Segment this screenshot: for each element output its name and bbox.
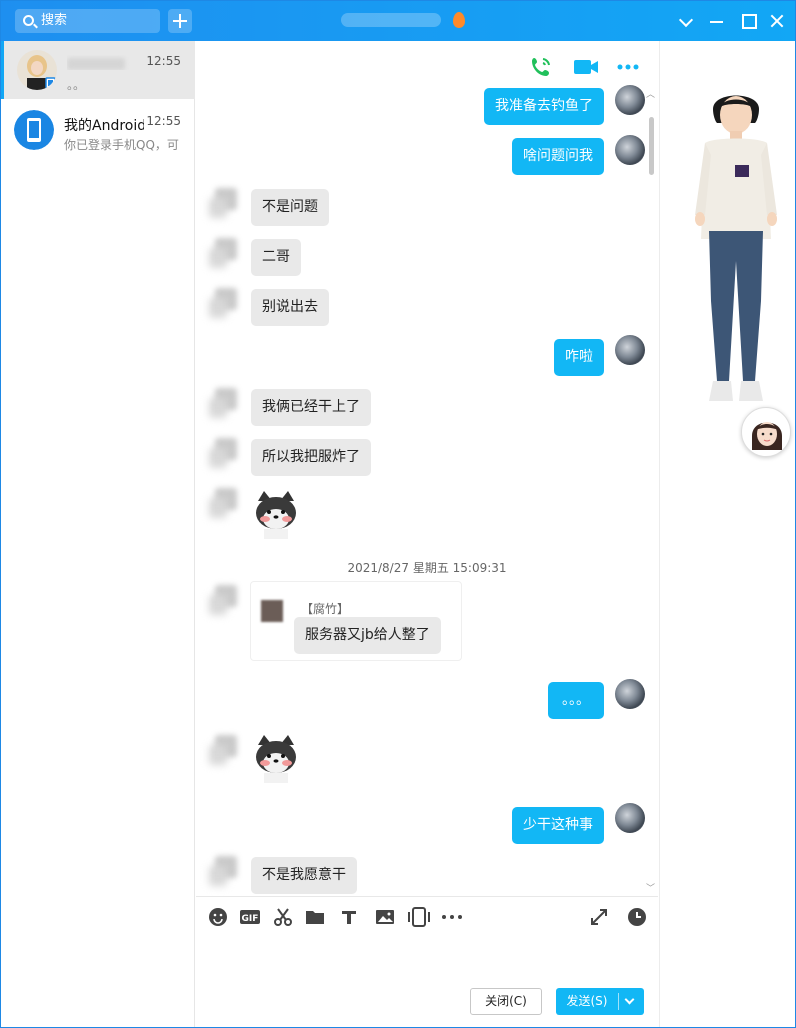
search-placeholder: 搜索 [41, 13, 68, 28]
conversation-list: 12:55 。。 我的Android手机 12:55 你已登录手机QQ，可 [1, 41, 195, 1027]
timestamp: 2021/8/27 星期五 15:09:31 [347, 561, 507, 575]
contact-avatar-blurred[interactable] [209, 850, 241, 890]
conversation-name: 我的Android手机 [64, 118, 144, 134]
message-input-area[interactable]: 关闭(C) 发送(S) [196, 936, 658, 1027]
quote-avatar-blurred [261, 600, 283, 622]
message-bubble-received[interactable]: 我俩已经干上了 [251, 389, 371, 426]
folder-icon[interactable] [305, 907, 325, 927]
chat-scrollbar[interactable] [649, 117, 654, 175]
expand-icon[interactable] [589, 907, 609, 927]
message-bubble-sent[interactable]: 我准备去钓鱼了 [484, 88, 604, 125]
minimize-button[interactable] [707, 11, 727, 31]
message-bubble-received[interactable]: 服务器又jb给人整了 [294, 617, 441, 654]
conversation-preview: 。。 [67, 78, 86, 92]
my-avatar[interactable] [615, 335, 645, 365]
message-bubble-received[interactable]: 别说出去 [251, 289, 329, 326]
phone-avatar-icon [14, 110, 54, 150]
conversation-item[interactable]: 我的Android手机 12:55 你已登录手机QQ，可 [1, 101, 195, 159]
phone-call-icon[interactable] [529, 55, 553, 79]
sticker-shiba-dog[interactable] [250, 731, 302, 783]
maximize-button[interactable] [739, 11, 759, 31]
chat-panel: ︿ ﹀ 我准备去钓鱼了 啥问题问我 不是问题 二哥 别说出去 咋啦 我俩已经干上… [196, 41, 658, 896]
chevron-down-icon[interactable] [624, 994, 635, 1005]
my-avatar[interactable] [615, 135, 645, 165]
quote-label: 【腐竹】 [301, 602, 350, 616]
send-separator [618, 993, 619, 1010]
message-bubble-sent[interactable]: 咋啦 [554, 339, 604, 376]
conversation-name-blurred [67, 55, 147, 70]
more-icon[interactable] [441, 907, 463, 927]
message-bubble-received[interactable]: 二哥 [251, 239, 301, 276]
contact-avatar-blurred[interactable] [209, 482, 241, 522]
character-figure[interactable] [691, 81, 781, 416]
scroll-up-icon[interactable]: ︿ [646, 87, 655, 100]
scissors-icon[interactable] [273, 907, 293, 927]
emoji-icon[interactable] [208, 907, 228, 927]
conversation-item[interactable]: 12:55 。。 [1, 41, 195, 99]
message-bubble-received[interactable]: 不是问题 [251, 189, 329, 226]
search-icon [23, 15, 34, 26]
contact-avatar-blurred[interactable] [209, 232, 241, 272]
message-bubble-sent[interactable]: 。。。 [548, 682, 604, 719]
my-avatar[interactable] [615, 85, 645, 115]
floating-avatar-button[interactable] [741, 407, 791, 457]
send-button[interactable]: 发送(S) [556, 988, 644, 1015]
my-avatar[interactable] [615, 803, 645, 833]
more-icon[interactable] [616, 55, 640, 79]
close-chat-button[interactable]: 关闭(C) [470, 988, 542, 1015]
screen-shake-icon[interactable] [407, 907, 431, 927]
message-bubble-received[interactable]: 所以我把服炸了 [251, 439, 371, 476]
close-window-button[interactable] [767, 11, 787, 31]
title-bar: 搜索 [1, 1, 795, 41]
message-bubble-received[interactable]: 不是我愿意干 [251, 857, 357, 894]
image-icon[interactable] [375, 907, 395, 927]
contact-avatar-blurred[interactable] [209, 282, 241, 322]
conversation-time: 12:55 [146, 114, 181, 128]
send-label: 发送(S) [566, 994, 608, 1008]
scroll-down-icon[interactable]: ﹀ [646, 881, 655, 894]
message-bubble-sent[interactable]: 少干这种事 [512, 807, 604, 844]
contact-avatar-blurred[interactable] [209, 182, 241, 222]
qq-chat-window: 搜索 12:55 。。 我的Android 12:55 你已登录手机QQ，可 ︿… [0, 0, 796, 1028]
video-call-icon[interactable] [573, 55, 598, 79]
search-box[interactable]: 搜索 [15, 9, 160, 33]
flame-icon [453, 12, 465, 28]
my-avatar[interactable] [615, 679, 645, 709]
contact-avatar-blurred[interactable] [209, 729, 241, 769]
message-bubble-sent[interactable]: 啥问题问我 [512, 138, 604, 175]
history-clock-icon[interactable] [627, 907, 647, 927]
contact-avatar-blurred[interactable] [209, 579, 241, 619]
chat-header [196, 41, 658, 87]
conversation-time: 12:55 [146, 54, 181, 68]
gif-icon[interactable]: GIF [239, 907, 261, 927]
add-button[interactable] [168, 9, 192, 33]
music-icon[interactable] [339, 907, 359, 927]
avatar [17, 50, 57, 90]
contact-avatar-blurred[interactable] [209, 382, 241, 422]
svg-text:GIF: GIF [242, 914, 259, 924]
window-title-blurred [341, 13, 441, 27]
collapse-button[interactable] [677, 11, 697, 31]
sticker-shiba-dog[interactable] [250, 487, 302, 539]
conversation-preview: 你已登录手机QQ，可 [64, 138, 179, 152]
contact-avatar-blurred[interactable] [209, 432, 241, 472]
input-toolbar: GIF [196, 896, 658, 936]
